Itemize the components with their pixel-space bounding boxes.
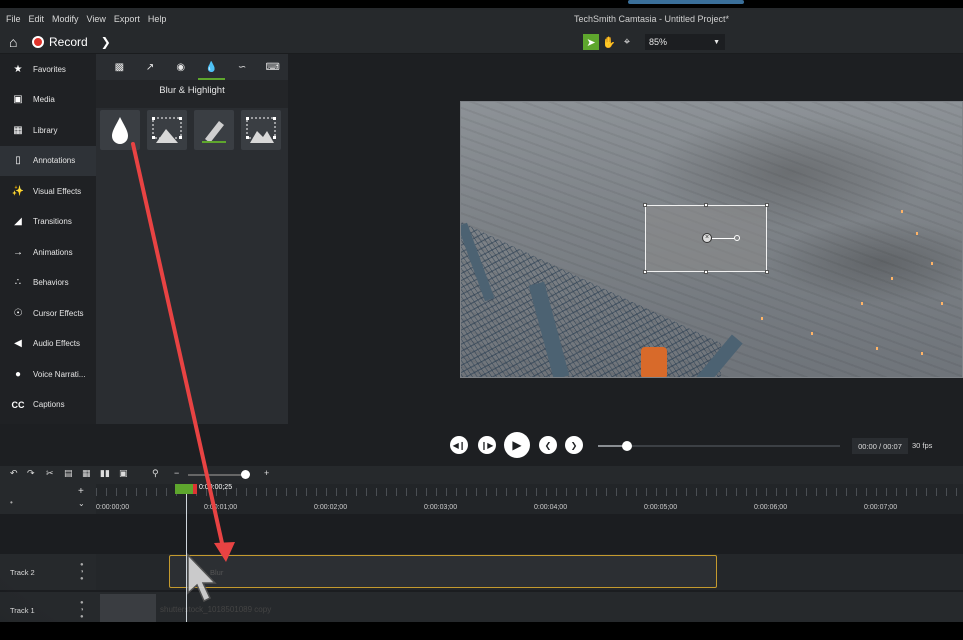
drag-arrow-line — [131, 142, 226, 554]
drag-arrow-overlay — [131, 142, 235, 603]
drag-arrow-head — [214, 542, 235, 562]
mouse-cursor-icon — [187, 553, 217, 603]
